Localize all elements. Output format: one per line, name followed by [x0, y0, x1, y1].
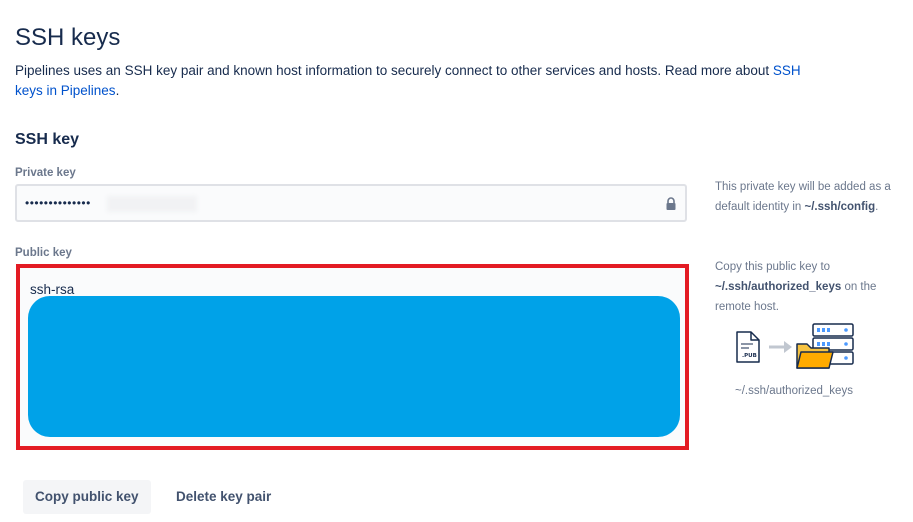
private-key-help-text: This private key will be added as a defa… — [715, 177, 905, 217]
folder-icon — [796, 343, 834, 369]
page-description: Pipelines uses an SSH key pair and known… — [15, 61, 805, 101]
description-text: Pipelines uses an SSH key pair and known… — [15, 62, 773, 78]
public-key-help-text: Copy this public key to ~/.ssh/authorize… — [715, 257, 905, 317]
public-key-field[interactable]: ssh-rsa — [20, 268, 685, 446]
svg-text:.PUB: .PUB — [742, 353, 757, 359]
page-title: SSH keys — [15, 24, 121, 52]
private-key-help-suffix: . — [875, 201, 879, 213]
public-key-help-prefix: Copy this public key to — [715, 261, 831, 273]
copy-public-key-button[interactable]: Copy public key — [23, 480, 151, 514]
public-key-label: Public key — [15, 247, 72, 259]
arrow-right-icon — [769, 341, 792, 353]
private-key-blur-mask — [107, 196, 197, 212]
ssh-config-path: ~/.ssh/config — [804, 201, 876, 213]
authorized-keys-path: ~/.ssh/authorized_keys — [715, 281, 842, 293]
private-key-label: Private key — [15, 167, 76, 179]
public-key-highlight-box: ssh-rsa — [16, 264, 689, 450]
pub-file-icon: .PUB — [736, 331, 760, 363]
copy-key-illustration: .PUB — [736, 323, 854, 369]
private-key-field[interactable]: •••••••••••••• — [15, 184, 687, 222]
private-key-value: •••••••••••••• — [25, 196, 91, 210]
public-key-redaction — [28, 296, 680, 437]
lock-icon — [666, 197, 676, 210]
illustration-caption: ~/.ssh/authorized_keys — [735, 385, 853, 397]
section-title-ssh-key: SSH key — [15, 131, 80, 149]
description-suffix: . — [115, 82, 120, 98]
delete-key-pair-button[interactable]: Delete key pair — [164, 480, 283, 514]
